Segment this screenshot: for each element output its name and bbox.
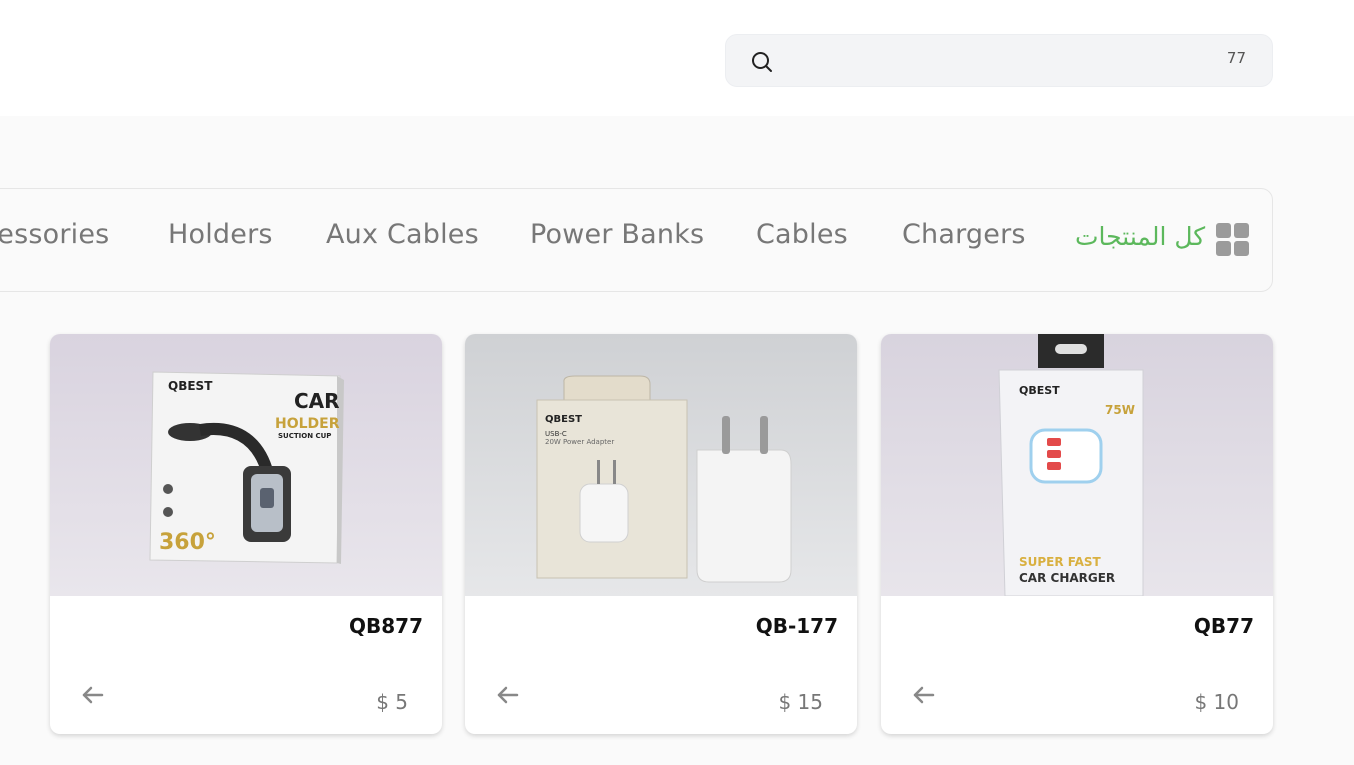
tab-accessories[interactable]: Accessories bbox=[0, 219, 109, 250]
product-name: QB-177 bbox=[755, 614, 838, 638]
product-image[interactable]: QBEST USB-C 20W Power Adapter bbox=[465, 334, 857, 596]
svg-text:360°: 360° bbox=[159, 530, 216, 555]
svg-text:CAR: CAR bbox=[294, 389, 340, 413]
svg-text:QBEST: QBEST bbox=[168, 379, 213, 393]
svg-text:QBEST: QBEST bbox=[1019, 384, 1060, 397]
tab-aux-cables[interactable]: Aux Cables bbox=[326, 219, 479, 250]
svg-text:QBEST: QBEST bbox=[545, 414, 582, 425]
product-price: $ 10 bbox=[1194, 690, 1239, 714]
product-card[interactable]: QBEST CAR HOLDER SUCTION CUP 360° QB877 … bbox=[50, 334, 442, 734]
search-icon[interactable] bbox=[750, 50, 774, 74]
product-price: $ 15 bbox=[778, 690, 823, 714]
tab-cables[interactable]: Cables bbox=[756, 219, 848, 250]
svg-text:USB-C: USB-C bbox=[545, 430, 567, 438]
product-image[interactable]: QBEST CAR HOLDER SUCTION CUP 360° bbox=[50, 334, 442, 596]
svg-text:CAR CHARGER: CAR CHARGER bbox=[1019, 571, 1115, 585]
search-box[interactable] bbox=[725, 34, 1273, 87]
product-price: $ 5 bbox=[376, 690, 408, 714]
svg-text:SUPER FAST: SUPER FAST bbox=[1019, 555, 1102, 569]
search-input[interactable] bbox=[790, 35, 1260, 86]
arrow-left-icon[interactable] bbox=[80, 684, 106, 706]
arrow-left-icon[interactable] bbox=[911, 684, 937, 706]
tab-holders[interactable]: Holders bbox=[168, 219, 273, 250]
main-content: Accessories Holders Aux Cables Power Ban… bbox=[0, 116, 1354, 765]
tab-chargers[interactable]: Chargers bbox=[902, 219, 1026, 250]
tab-power-banks[interactable]: Power Banks bbox=[530, 219, 704, 250]
product-name: QB77 bbox=[1193, 614, 1254, 638]
product-name: QB877 bbox=[349, 614, 423, 638]
tab-all-products[interactable]: كل المنتجات bbox=[1075, 222, 1205, 251]
svg-text:20W Power Adapter: 20W Power Adapter bbox=[545, 438, 614, 446]
grid-icon[interactable] bbox=[1216, 223, 1250, 257]
product-card[interactable]: QBEST USB-C 20W Power Adapter QB-177 $ 1… bbox=[465, 334, 857, 734]
category-bar: Accessories Holders Aux Cables Power Ban… bbox=[0, 188, 1273, 292]
header bbox=[0, 0, 1354, 116]
arrow-left-icon[interactable] bbox=[495, 684, 521, 706]
product-card[interactable]: QBEST 75W SUPER FAST CAR CHARGER QB77 $ … bbox=[881, 334, 1273, 734]
svg-text:HOLDER: HOLDER bbox=[275, 416, 340, 432]
svg-text:SUCTION CUP: SUCTION CUP bbox=[278, 432, 331, 440]
svg-text:75W: 75W bbox=[1105, 403, 1135, 417]
product-image[interactable]: QBEST 75W SUPER FAST CAR CHARGER bbox=[881, 334, 1273, 596]
